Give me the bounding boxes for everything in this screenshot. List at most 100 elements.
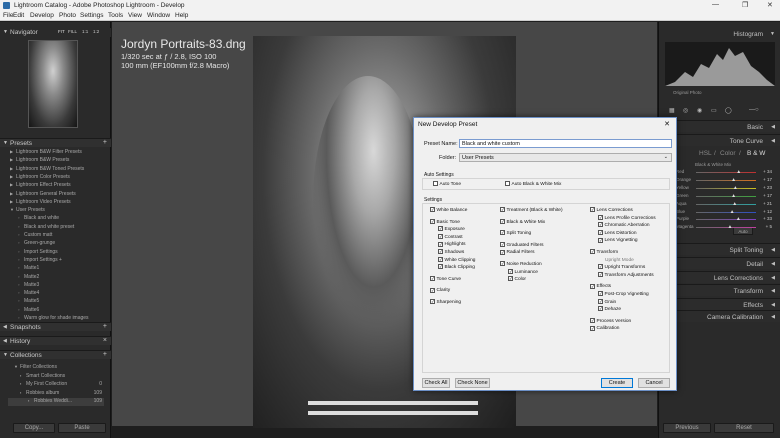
- section-effects[interactable]: Effects ◀: [659, 298, 780, 310]
- slider-red[interactable]: Red ▲ + 34: [672, 169, 772, 176]
- navigator-preview-thumbnail[interactable]: [28, 40, 78, 128]
- adjustment-brush-icon[interactable]: —○: [749, 107, 759, 113]
- zoom-fill[interactable]: FILL: [68, 29, 77, 34]
- setting-checkbox[interactable]: ✓ Transform: [590, 249, 618, 256]
- setting-checkbox[interactable]: ✓ Effects: [590, 283, 611, 290]
- folder-select[interactable]: User Presets ⌄: [459, 153, 672, 162]
- preset-item[interactable]: ▫ Matte3: [8, 282, 104, 290]
- section-detail[interactable]: Detail ◀: [659, 257, 780, 269]
- tab-color[interactable]: Color: [720, 150, 736, 157]
- setting-checkbox[interactable]: ✓ Black Clipping: [438, 264, 475, 271]
- preset-item[interactable]: ▫ Custom matt: [8, 232, 104, 240]
- slider-thumb[interactable]: ▲: [733, 185, 738, 191]
- slider-aqua[interactable]: Aqua ▲ + 21: [672, 201, 772, 208]
- setting-checkbox[interactable]: ✓ Grain: [598, 298, 616, 306]
- slider-thumb[interactable]: ▲: [731, 193, 736, 199]
- setting-checkbox[interactable]: ✓ Process Version: [590, 318, 631, 325]
- zoom-fit[interactable]: FIT: [58, 29, 65, 34]
- setting-checkbox[interactable]: ✓ White Balance: [430, 207, 467, 214]
- menu-help[interactable]: Help: [175, 12, 188, 19]
- slider-magenta[interactable]: Magenta ▲ + 5: [672, 224, 772, 231]
- check-none-button[interactable]: Check None: [455, 378, 490, 388]
- clear-history-icon[interactable]: ×: [103, 337, 107, 344]
- reset-button[interactable]: Reset: [714, 423, 774, 433]
- radial-filter-icon[interactable]: ◯: [725, 107, 732, 114]
- setting-checkbox[interactable]: ✓ Split Toning: [500, 230, 531, 237]
- setting-checkbox[interactable]: ✓ Sharpening: [430, 299, 461, 306]
- collection-item[interactable]: ▪ Robbies album 109: [8, 390, 104, 398]
- slider-value[interactable]: + 5: [766, 224, 772, 229]
- collections-header[interactable]: ▼ Collections +: [0, 350, 111, 359]
- setting-checkbox[interactable]: ✓ Basic Tone: [430, 218, 460, 226]
- preset-item[interactable]: ▫ Matte2: [8, 274, 104, 282]
- section-lens-corrections[interactable]: Lens Corrections ◀: [659, 271, 780, 283]
- paste-button[interactable]: Paste: [58, 423, 106, 433]
- red-eye-icon[interactable]: ◉: [697, 107, 702, 114]
- menu-photo[interactable]: Photo: [59, 12, 76, 19]
- preset-item[interactable]: ▶ Lightroom B&W Presets: [8, 157, 104, 165]
- preset-item[interactable]: ▫ Matte5: [8, 298, 104, 306]
- setting-checkbox[interactable]: ✓ Tone Curve: [430, 276, 461, 283]
- setting-checkbox[interactable]: ✓ White Clipping: [438, 256, 475, 264]
- auto-tone-checkbox[interactable]: Auto Tone: [433, 181, 461, 188]
- add-collection-icon[interactable]: +: [103, 351, 107, 358]
- slider-value[interactable]: + 17: [763, 193, 772, 198]
- setting-checkbox[interactable]: ✓ Shadows: [438, 249, 464, 256]
- setting-checkbox[interactable]: ✓ Lens Vignetting: [598, 237, 637, 244]
- tone-curve-header[interactable]: Tone Curve ◀: [659, 134, 780, 146]
- slider-track[interactable]: [696, 179, 756, 181]
- collection-item[interactable]: ▪ Smart Collections: [8, 373, 104, 381]
- preset-item[interactable]: ▫ Matte4: [8, 290, 104, 298]
- slider-thumb[interactable]: ▲: [728, 224, 733, 230]
- slider-purple[interactable]: Purple ▲ + 33: [672, 216, 772, 223]
- collection-item[interactable]: ▪ Robbies Weddi... 109: [8, 398, 104, 406]
- menu-tools[interactable]: Tools: [108, 12, 123, 19]
- graduated-filter-icon[interactable]: ▭: [711, 107, 717, 114]
- zoom-1-2[interactable]: 1:2: [93, 29, 99, 34]
- setting-checkbox[interactable]: ✓ Post-Crop Vignetting: [598, 291, 649, 298]
- setting-checkbox[interactable]: ✓ Lens Corrections: [590, 207, 633, 214]
- dialog-close-icon[interactable]: ✕: [664, 120, 670, 128]
- setting-checkbox[interactable]: ✓ Radial Filters: [500, 249, 535, 256]
- collection-item[interactable]: ▪ My First Collection 0: [8, 381, 104, 389]
- setting-checkbox[interactable]: ✓ Contrast: [438, 234, 463, 241]
- menu-view[interactable]: View: [128, 12, 142, 19]
- setting-checkbox[interactable]: ✓ Graduated Filters: [500, 242, 544, 249]
- setting-checkbox[interactable]: ✓ Luminance: [508, 268, 538, 276]
- section-transform[interactable]: Transform ◀: [659, 284, 780, 296]
- preset-item[interactable]: ▫ Matte6: [8, 307, 104, 315]
- slider-green[interactable]: Green ▲ + 17: [672, 193, 772, 200]
- zoom-1-1[interactable]: 1:1: [82, 29, 88, 34]
- preset-item[interactable]: ▫ Green-grunge: [8, 240, 104, 248]
- slider-blue[interactable]: Blue ▲ + 12: [672, 209, 772, 216]
- slider-track[interactable]: [696, 227, 756, 229]
- setting-checkbox[interactable]: ✓ Chromatic Aberration: [598, 222, 650, 229]
- setting-checkbox[interactable]: ✓ Dehaze: [598, 306, 621, 313]
- previous-button[interactable]: Previous: [663, 423, 711, 433]
- setting-checkbox[interactable]: ✓ Lens Distortion: [598, 230, 637, 237]
- setting-checkbox[interactable]: ✓ Color: [508, 276, 526, 283]
- menu-edit[interactable]: Edit: [13, 12, 24, 19]
- slider-value[interactable]: + 12: [763, 209, 772, 214]
- minimize-button[interactable]: —: [712, 1, 719, 8]
- menu-window[interactable]: Window: [147, 12, 170, 19]
- collection-item[interactable]: ▼ Filter Collections: [8, 364, 104, 372]
- preset-item[interactable]: ▶ Lightroom Color Presets: [8, 174, 104, 182]
- setting-checkbox[interactable]: ✓ Lens Profile Corrections: [598, 214, 656, 222]
- slider-thumb[interactable]: ▲: [732, 201, 737, 207]
- preset-item[interactable]: ▼ User Presets: [8, 207, 104, 215]
- slider-track[interactable]: [696, 195, 756, 197]
- histogram-graph[interactable]: [665, 42, 775, 86]
- histogram-header[interactable]: Histogram ▼: [659, 28, 780, 40]
- slider-track[interactable]: [696, 187, 756, 189]
- copy-button[interactable]: Copy...: [13, 423, 55, 433]
- preset-item[interactable]: ▫ Import Settings +: [8, 257, 104, 265]
- slider-value[interactable]: + 21: [763, 201, 772, 206]
- menu-file[interactable]: File: [3, 12, 13, 19]
- slider-thumb[interactable]: ▲: [736, 169, 741, 175]
- setting-checkbox[interactable]: ✓ Calibration: [590, 325, 619, 332]
- setting-checkbox[interactable]: ✓ Upright Transforms: [598, 264, 645, 271]
- preset-item[interactable]: ▶ Lightroom Video Presets: [8, 199, 104, 207]
- auto-bw-checkbox[interactable]: Auto Black & White Mix: [505, 181, 561, 188]
- setting-checkbox[interactable]: ✓ Noise Reduction: [500, 261, 542, 268]
